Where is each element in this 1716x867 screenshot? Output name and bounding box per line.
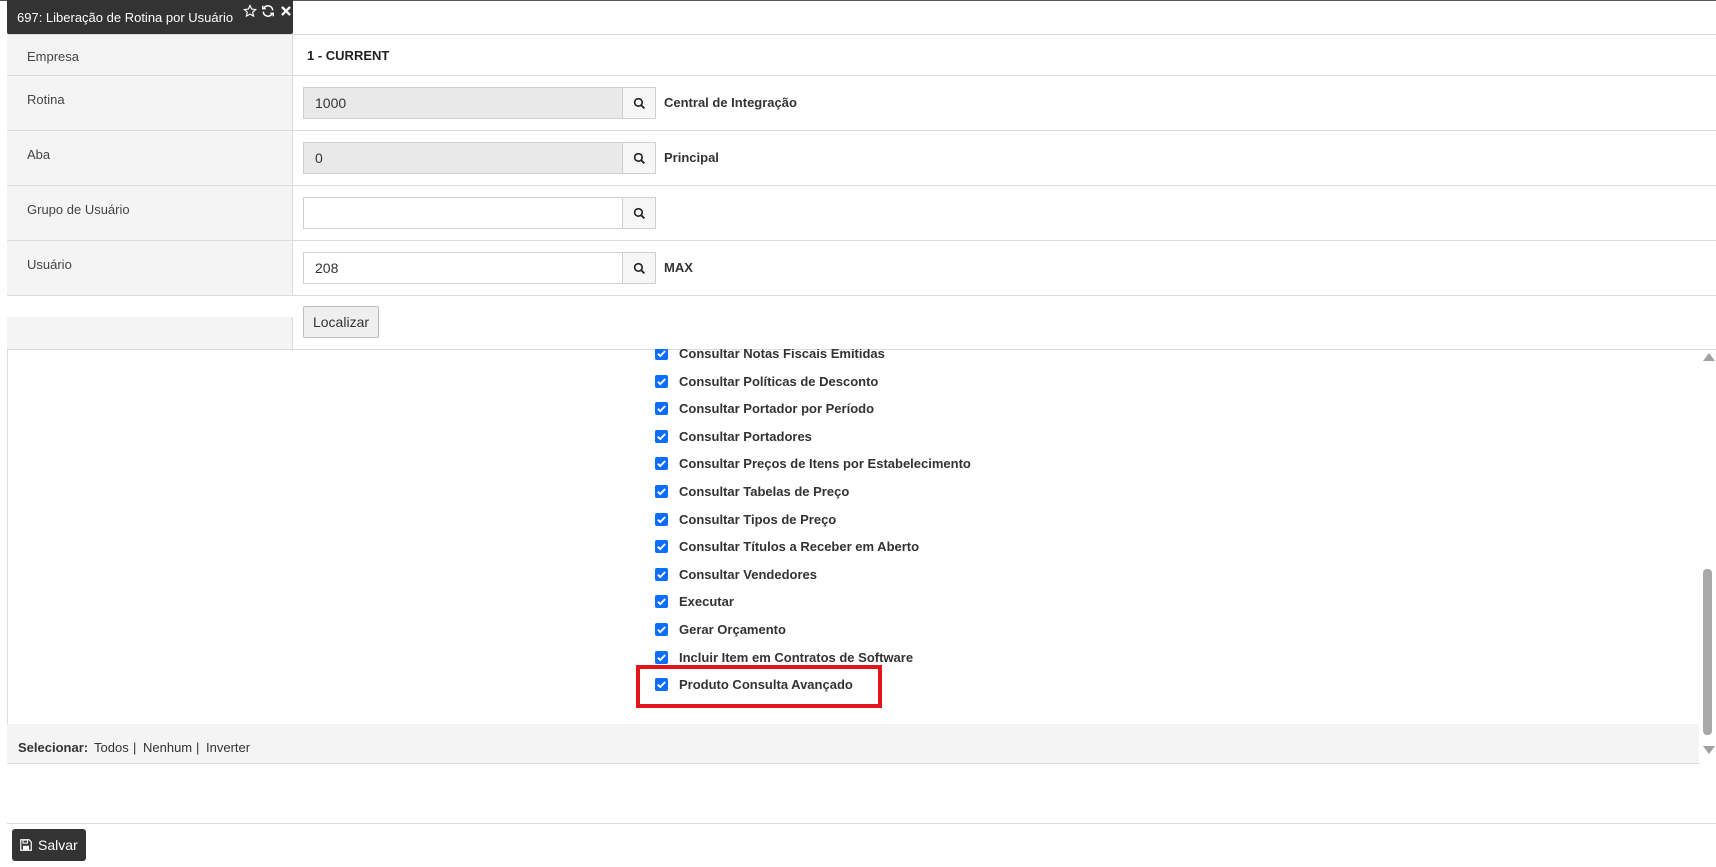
permission-checkbox[interactable] <box>655 484 668 498</box>
check-icon <box>657 515 666 523</box>
row-actions: Localizar <box>7 296 1716 350</box>
row-rotina: Rotina 1000 Central de Integração <box>7 76 1716 131</box>
selection-label: Selecionar: <box>18 740 89 755</box>
permission-label: Consultar Portadores <box>679 428 812 444</box>
permission-checkbox[interactable] <box>655 567 668 581</box>
permission-label: Consultar Políticas de Desconto <box>679 373 879 389</box>
star-icon[interactable] <box>243 4 257 18</box>
rotina-description: Central de Integração <box>664 95 797 110</box>
highlight-box <box>636 665 882 708</box>
check-icon <box>657 405 666 413</box>
permission-checkbox[interactable] <box>655 512 668 526</box>
permission-label: Executar <box>679 594 734 610</box>
usuario-label: Usuário <box>27 257 72 272</box>
check-icon <box>657 571 666 579</box>
separator: | <box>196 740 200 755</box>
empresa-value: 1 - CURRENT <box>307 48 390 63</box>
usuario-description: MAX <box>664 260 693 275</box>
usuario-input[interactable]: 208 <box>303 252 623 284</box>
check-icon <box>657 488 666 496</box>
aba-input[interactable]: 0 <box>303 142 623 174</box>
rotina-search-button[interactable] <box>622 87 656 119</box>
invert-selection-link[interactable]: Inverter <box>206 740 250 755</box>
permission-checkbox[interactable] <box>655 540 668 554</box>
search-icon <box>633 97 646 110</box>
permission-label: Consultar Preços de Itens por Estabeleci… <box>679 456 971 472</box>
list-scrollbar[interactable] <box>1699 349 1716 764</box>
check-icon <box>657 626 666 634</box>
save-label: Salvar <box>38 837 78 853</box>
permission-checkbox[interactable] <box>655 429 668 443</box>
usuario-search-button[interactable] <box>622 252 656 284</box>
permission-label: Consultar Títulos a Receber em Aberto <box>679 539 920 555</box>
localizar-button[interactable]: Localizar <box>303 306 379 338</box>
selection-bar: Selecionar: Todos | Nenhum | Inverter <box>7 724 1699 764</box>
check-icon <box>657 433 666 441</box>
row-grupo: Grupo de Usuário <box>7 186 1716 241</box>
permission-label: Consultar Portador por Período <box>679 401 875 417</box>
permission-label: Gerar Orçamento <box>679 621 786 637</box>
permission-checkbox[interactable] <box>655 595 668 609</box>
save-button[interactable]: Salvar <box>12 829 86 861</box>
aba-search-button[interactable] <box>622 142 656 174</box>
tab-title: 697: Liberação de Rotina por Usuário <box>17 10 234 25</box>
row-empresa: Empresa 1 - CURRENT <box>7 35 1716 76</box>
close-icon[interactable] <box>279 4 293 18</box>
scroll-down-arrow-icon[interactable] <box>1703 746 1715 754</box>
empresa-label: Empresa <box>27 49 80 64</box>
permission-checkbox[interactable] <box>655 622 668 636</box>
permission-checkbox[interactable] <box>655 650 668 664</box>
rotina-input[interactable]: 1000 <box>303 87 623 119</box>
check-icon <box>657 377 666 385</box>
check-icon <box>657 653 666 661</box>
search-icon <box>633 152 646 165</box>
permission-label: Consultar Notas Fiscais Emitidas <box>679 349 885 361</box>
permission-checkbox[interactable] <box>655 349 668 360</box>
refresh-icon[interactable] <box>261 4 275 18</box>
search-icon <box>633 207 646 220</box>
permission-checkbox[interactable] <box>655 374 668 388</box>
window-tab[interactable]: 697: Liberação de Rotina por Usuário <box>7 0 293 34</box>
check-icon <box>657 598 666 606</box>
aba-description: Principal <box>664 150 719 165</box>
permission-checkbox[interactable] <box>655 402 668 416</box>
permission-label: Consultar Tabelas de Preço <box>679 483 850 499</box>
scroll-up-arrow-icon[interactable] <box>1703 353 1715 361</box>
select-all-link[interactable]: Todos <box>94 740 129 755</box>
grupo-input[interactable] <box>303 197 623 229</box>
floppy-disk-icon <box>20 839 32 851</box>
filter-form: Empresa 1 - CURRENT Rotina 1000 Central … <box>7 34 1716 350</box>
search-icon <box>633 262 646 275</box>
separator: | <box>133 740 137 755</box>
permission-label: Incluir Item em Contratos de Software <box>679 649 914 665</box>
check-icon <box>657 350 666 358</box>
permission-label: Consultar Vendedores <box>679 566 817 582</box>
scroll-thumb[interactable] <box>1703 569 1712 735</box>
check-icon <box>657 543 666 551</box>
row-aba: Aba 0 Principal <box>7 131 1716 186</box>
grupo-label: Grupo de Usuário <box>27 202 130 217</box>
select-none-link[interactable]: Nenhum <box>143 740 192 755</box>
grupo-search-button[interactable] <box>622 197 656 229</box>
row-usuario: Usuário 208 MAX <box>7 241 1716 296</box>
rotina-label: Rotina <box>27 92 65 107</box>
permission-checkbox[interactable] <box>655 457 668 471</box>
footer-bar: Salvar <box>7 823 1716 867</box>
check-icon <box>657 460 666 468</box>
aba-label: Aba <box>27 147 51 162</box>
permission-label: Consultar Tipos de Preço <box>679 511 837 527</box>
